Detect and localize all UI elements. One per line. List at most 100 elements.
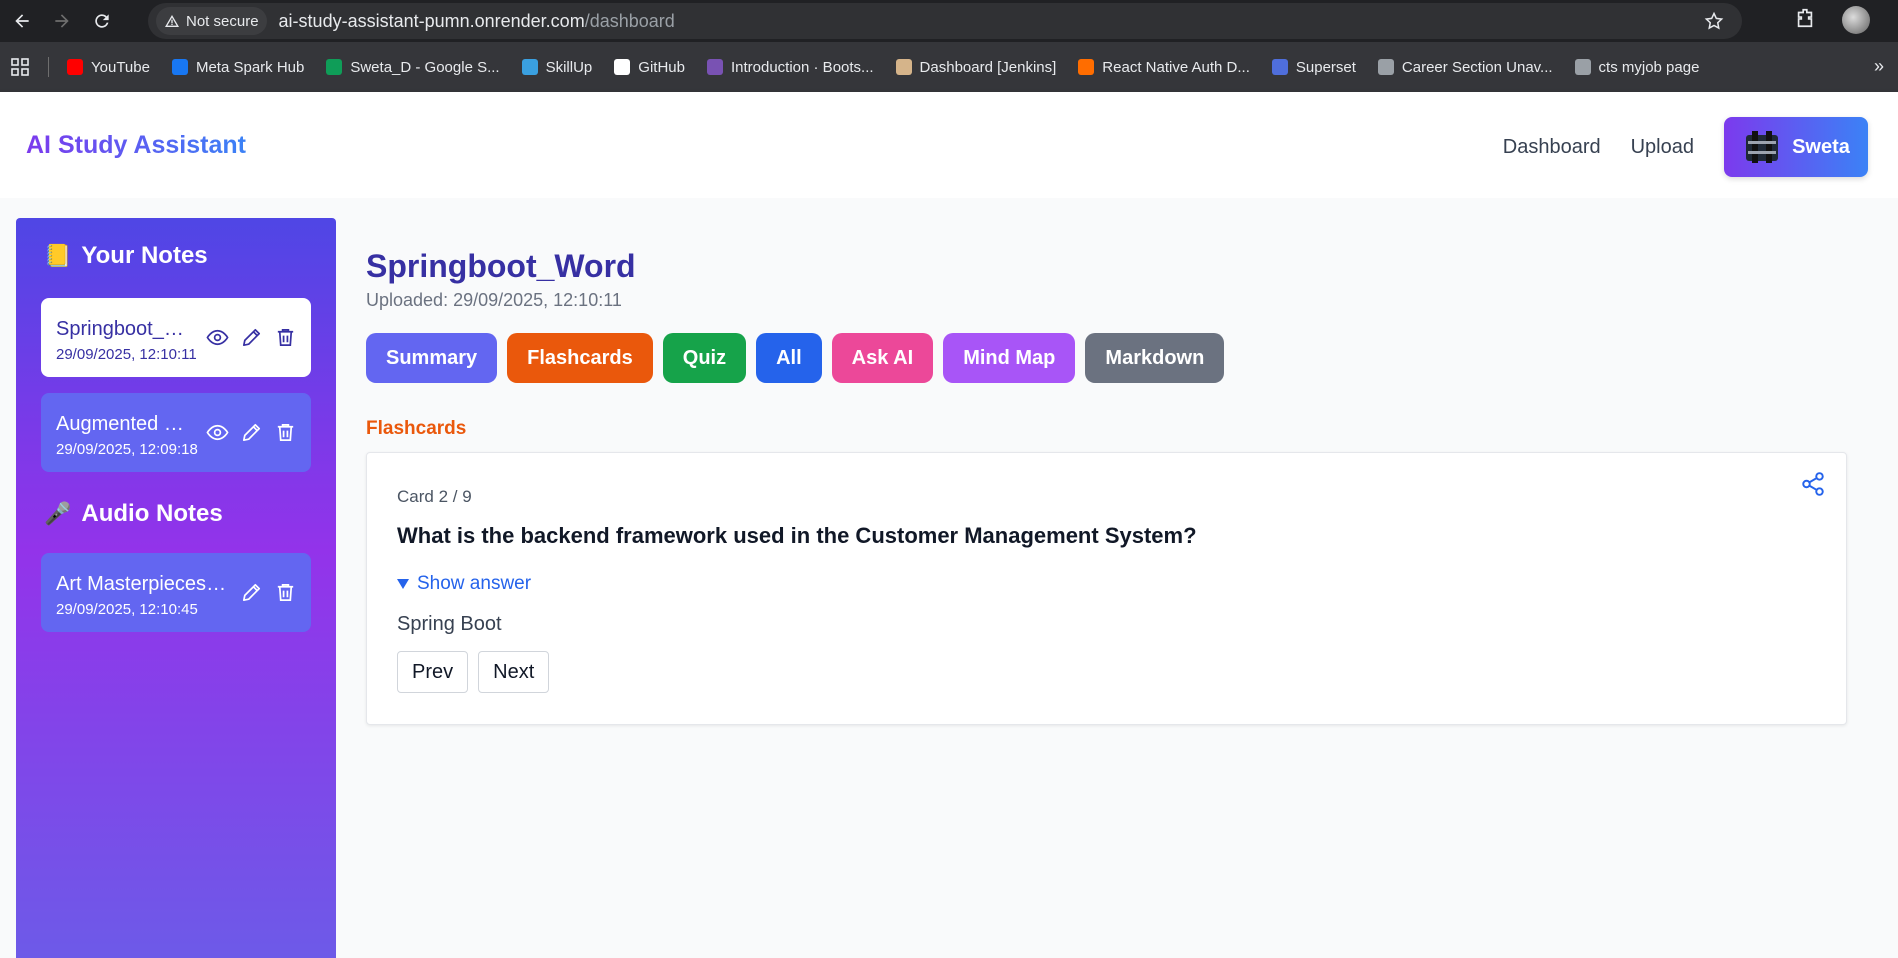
bookmark-label: cts myjob page: [1598, 58, 1700, 76]
back-button[interactable]: [4, 3, 40, 39]
back-arrow-icon: [15, 14, 29, 28]
audio-notes-heading: 🎤 Audio Notes: [44, 500, 223, 528]
edit-audio-note-button[interactable]: [239, 580, 263, 604]
bookmark-item[interactable]: Sweta_D - Google S...: [326, 58, 500, 76]
bookmark-label: Career Section Unav...: [1401, 58, 1553, 76]
view-note-button[interactable]: [205, 325, 229, 349]
bookmark-item[interactable]: cts myjob page: [1574, 58, 1700, 76]
note-item-springboot[interactable]: Springboot_Word 29/09/2025, 12:10:11: [41, 298, 311, 377]
trash-icon: [277, 423, 293, 441]
bookmark-label: Introduction · Boots...: [730, 58, 874, 76]
trash-icon: [277, 583, 293, 601]
tab-ask-ai[interactable]: Ask AI: [831, 333, 934, 383]
sidebar: 📒 Your Notes Springboot_Word 29/09/2025,…: [16, 218, 336, 958]
bookmark-favicon-icon: [171, 59, 188, 75]
pencil-icon: [242, 583, 260, 601]
audio-note-item[interactable]: Art Masterpieces_Audio 29/09/2025, 12:10…: [41, 553, 311, 632]
warning-icon: [165, 15, 179, 27]
card-counter: Card 2 / 9: [397, 487, 472, 506]
show-answer-label: Show answer: [417, 573, 532, 594]
microphone-icon: 🎤: [44, 501, 72, 526]
tab-summary[interactable]: Summary: [366, 333, 498, 383]
app-header: AI Study Assistant Dashboard Upload Swet…: [0, 92, 1898, 198]
bookmark-label: YouTube: [91, 58, 150, 76]
bookmark-favicon-icon: [1078, 59, 1095, 75]
reload-icon: [95, 14, 109, 28]
view-note-button[interactable]: [205, 420, 229, 444]
more-bookmarks-icon[interactable]: »: [1874, 56, 1884, 77]
nav-upload-link[interactable]: Upload: [1631, 136, 1694, 159]
bookmark-star-icon[interactable]: [1704, 11, 1724, 31]
tab-flashcards[interactable]: Flashcards: [507, 333, 653, 383]
app-brand[interactable]: AI Study Assistant: [26, 131, 246, 160]
card-navigation: Prev Next: [397, 651, 550, 693]
user-menu-button[interactable]: Sweta: [1724, 117, 1868, 177]
next-card-button[interactable]: Next: [478, 651, 550, 693]
tab-all[interactable]: All: [756, 333, 822, 383]
edit-note-button[interactable]: [239, 420, 263, 444]
audio-note-title: Art Masterpieces_Audio: [56, 573, 228, 595]
trash-icon: [277, 328, 293, 346]
address-bar[interactable]: Not secure ai-study-assistant-pumn.onren…: [148, 3, 1742, 39]
security-label: Not secure: [186, 12, 259, 30]
bookmark-favicon-icon: [1574, 59, 1591, 75]
tab-markdown[interactable]: Markdown: [1085, 333, 1225, 383]
document-title: Springboot_Word: [366, 248, 636, 284]
notebook-icon: 📒: [44, 243, 72, 268]
bookmark-label: Superset: [1295, 58, 1356, 76]
bookmarks-divider: [48, 57, 49, 77]
reload-button[interactable]: [84, 3, 120, 39]
note-title: Augmented Reality: [56, 413, 198, 435]
extensions-button[interactable]: [1794, 7, 1816, 34]
note-item-augmented[interactable]: Augmented Reality 29/09/2025, 12:09:18: [41, 393, 311, 472]
url-text: ai-study-assistant-pumn.onrender.com/das…: [279, 11, 675, 32]
delete-note-button[interactable]: [273, 325, 297, 349]
security-indicator[interactable]: Not secure: [156, 7, 267, 35]
header-nav: Dashboard Upload Sweta: [1503, 117, 1868, 177]
delete-note-button[interactable]: [273, 420, 297, 444]
bookmark-list: YouTube Meta Spark Hub Sweta_D - Google S.…: [67, 59, 1721, 76]
triangle-down-icon: [397, 579, 409, 589]
forward-button[interactable]: [44, 3, 80, 39]
bookmark-label: SkillUp: [545, 58, 593, 76]
edit-note-button[interactable]: [239, 325, 263, 349]
show-answer-toggle[interactable]: Show answer: [397, 573, 531, 595]
browser-profile-avatar[interactable]: [1842, 6, 1870, 34]
bookmark-item[interactable]: Introduction · Boots...: [706, 58, 874, 76]
eye-icon: [205, 424, 229, 440]
prev-card-button[interactable]: Prev: [397, 651, 469, 693]
bookmark-favicon-icon: [521, 59, 538, 75]
bookmark-label: Dashboard [Jenkins]: [919, 58, 1057, 76]
bookmark-label: Meta Spark Hub: [195, 58, 305, 76]
bookmark-label: Sweta_D - Google S...: [350, 58, 500, 76]
forward-arrow-icon: [55, 14, 69, 28]
tab-mind-map[interactable]: Mind Map: [943, 333, 1076, 383]
browser-actions: [1794, 6, 1870, 34]
delete-audio-note-button[interactable]: [273, 580, 297, 604]
flashcard-answer: Spring Boot: [397, 613, 502, 635]
audio-note-date: 29/09/2025, 12:10:45: [56, 601, 198, 618]
puzzle-icon: [1797, 8, 1813, 27]
bookmark-favicon-icon: [1271, 59, 1288, 75]
note-actions: [205, 325, 297, 349]
tab-quiz[interactable]: Quiz: [662, 333, 747, 383]
note-date: 29/09/2025, 12:09:18: [56, 441, 198, 458]
bookmark-item[interactable]: React Native Auth D...: [1078, 59, 1250, 76]
nav-dashboard-link[interactable]: Dashboard: [1503, 136, 1601, 159]
bookmark-item[interactable]: Dashboard [Jenkins]: [895, 58, 1057, 76]
bookmark-favicon-icon: [614, 59, 631, 75]
bookmark-item[interactable]: SkillUp: [521, 58, 593, 76]
bookmark-item[interactable]: Meta Spark Hub: [171, 58, 305, 76]
bookmark-item[interactable]: GitHub: [614, 59, 685, 76]
flashcard: Card 2 / 9 What is the backend framework…: [366, 452, 1847, 725]
section-label: Flashcards: [366, 418, 467, 439]
note-title: Springboot_Word: [56, 318, 198, 340]
bookmark-item[interactable]: Career Section Unav...: [1377, 58, 1553, 76]
bookmark-item[interactable]: Superset: [1271, 58, 1356, 76]
apps-grid-icon[interactable]: [10, 57, 30, 77]
url-path: /dashboard: [584, 10, 675, 31]
bookmark-label: GitHub: [638, 58, 685, 76]
bookmark-item[interactable]: YouTube: [67, 59, 150, 76]
share-icon[interactable]: [1800, 471, 1826, 497]
bookmarks-bar: YouTube Meta Spark Hub Sweta_D - Google S.…: [0, 42, 1898, 92]
